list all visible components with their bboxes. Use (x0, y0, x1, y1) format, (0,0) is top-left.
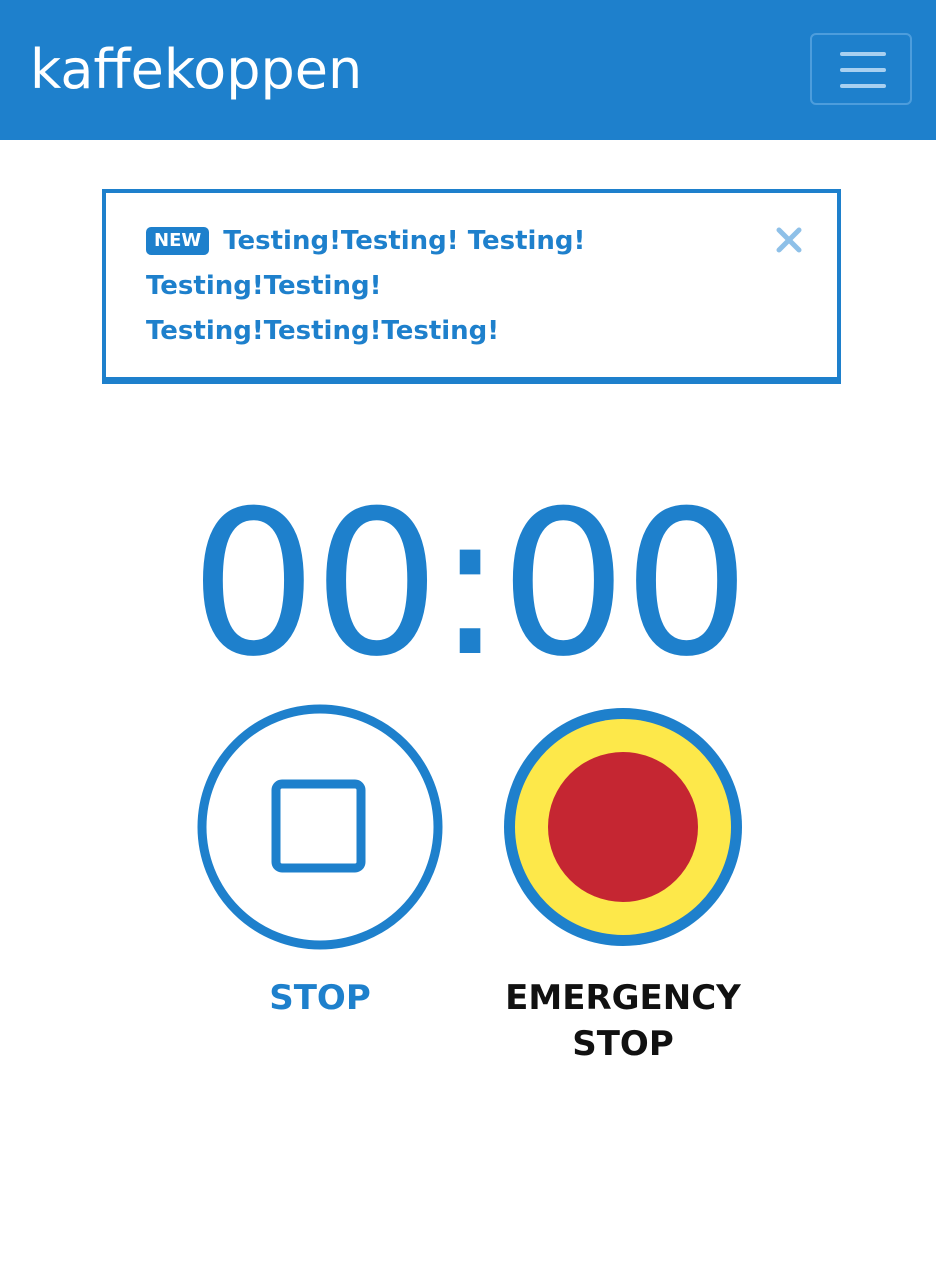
alert-message: NEW Testing!Testing! Testing! Testing!Tes… (146, 219, 616, 354)
stop-square-icon (197, 704, 443, 950)
stop-button[interactable] (196, 703, 444, 951)
stop-label: STOP (269, 978, 371, 1018)
alert-message-line1: Testing!Testing! Testing! (223, 226, 586, 256)
alert-message-line3: Testing!Testing!Testing! (146, 316, 500, 346)
brand-logo[interactable]: kaffekoppen (30, 38, 362, 102)
alert-close-button[interactable] (774, 225, 804, 255)
notification-alert: NEW Testing!Testing! Testing! Testing!Tes… (102, 189, 841, 384)
menu-toggle-button[interactable] (810, 33, 912, 105)
close-icon (776, 227, 802, 253)
emergency-stop-button[interactable] (499, 703, 747, 951)
hamburger-menu-icon (840, 52, 886, 56)
hamburger-menu-icon-bar (840, 68, 886, 72)
navbar: kaffekoppen (0, 0, 936, 140)
emergency-stop-icon (504, 708, 742, 946)
alert-message-line2: Testing!Testing! (146, 271, 382, 301)
emergency-stop-label-line1: EMERGENCY (505, 978, 741, 1018)
new-badge: NEW (146, 227, 210, 255)
hamburger-menu-icon-bar (840, 84, 886, 88)
timer-display: 00:00 (189, 468, 750, 701)
emergency-stop-label: EMERGENCY STOP (473, 975, 773, 1067)
emergency-stop-label-line2: STOP (572, 1024, 674, 1064)
